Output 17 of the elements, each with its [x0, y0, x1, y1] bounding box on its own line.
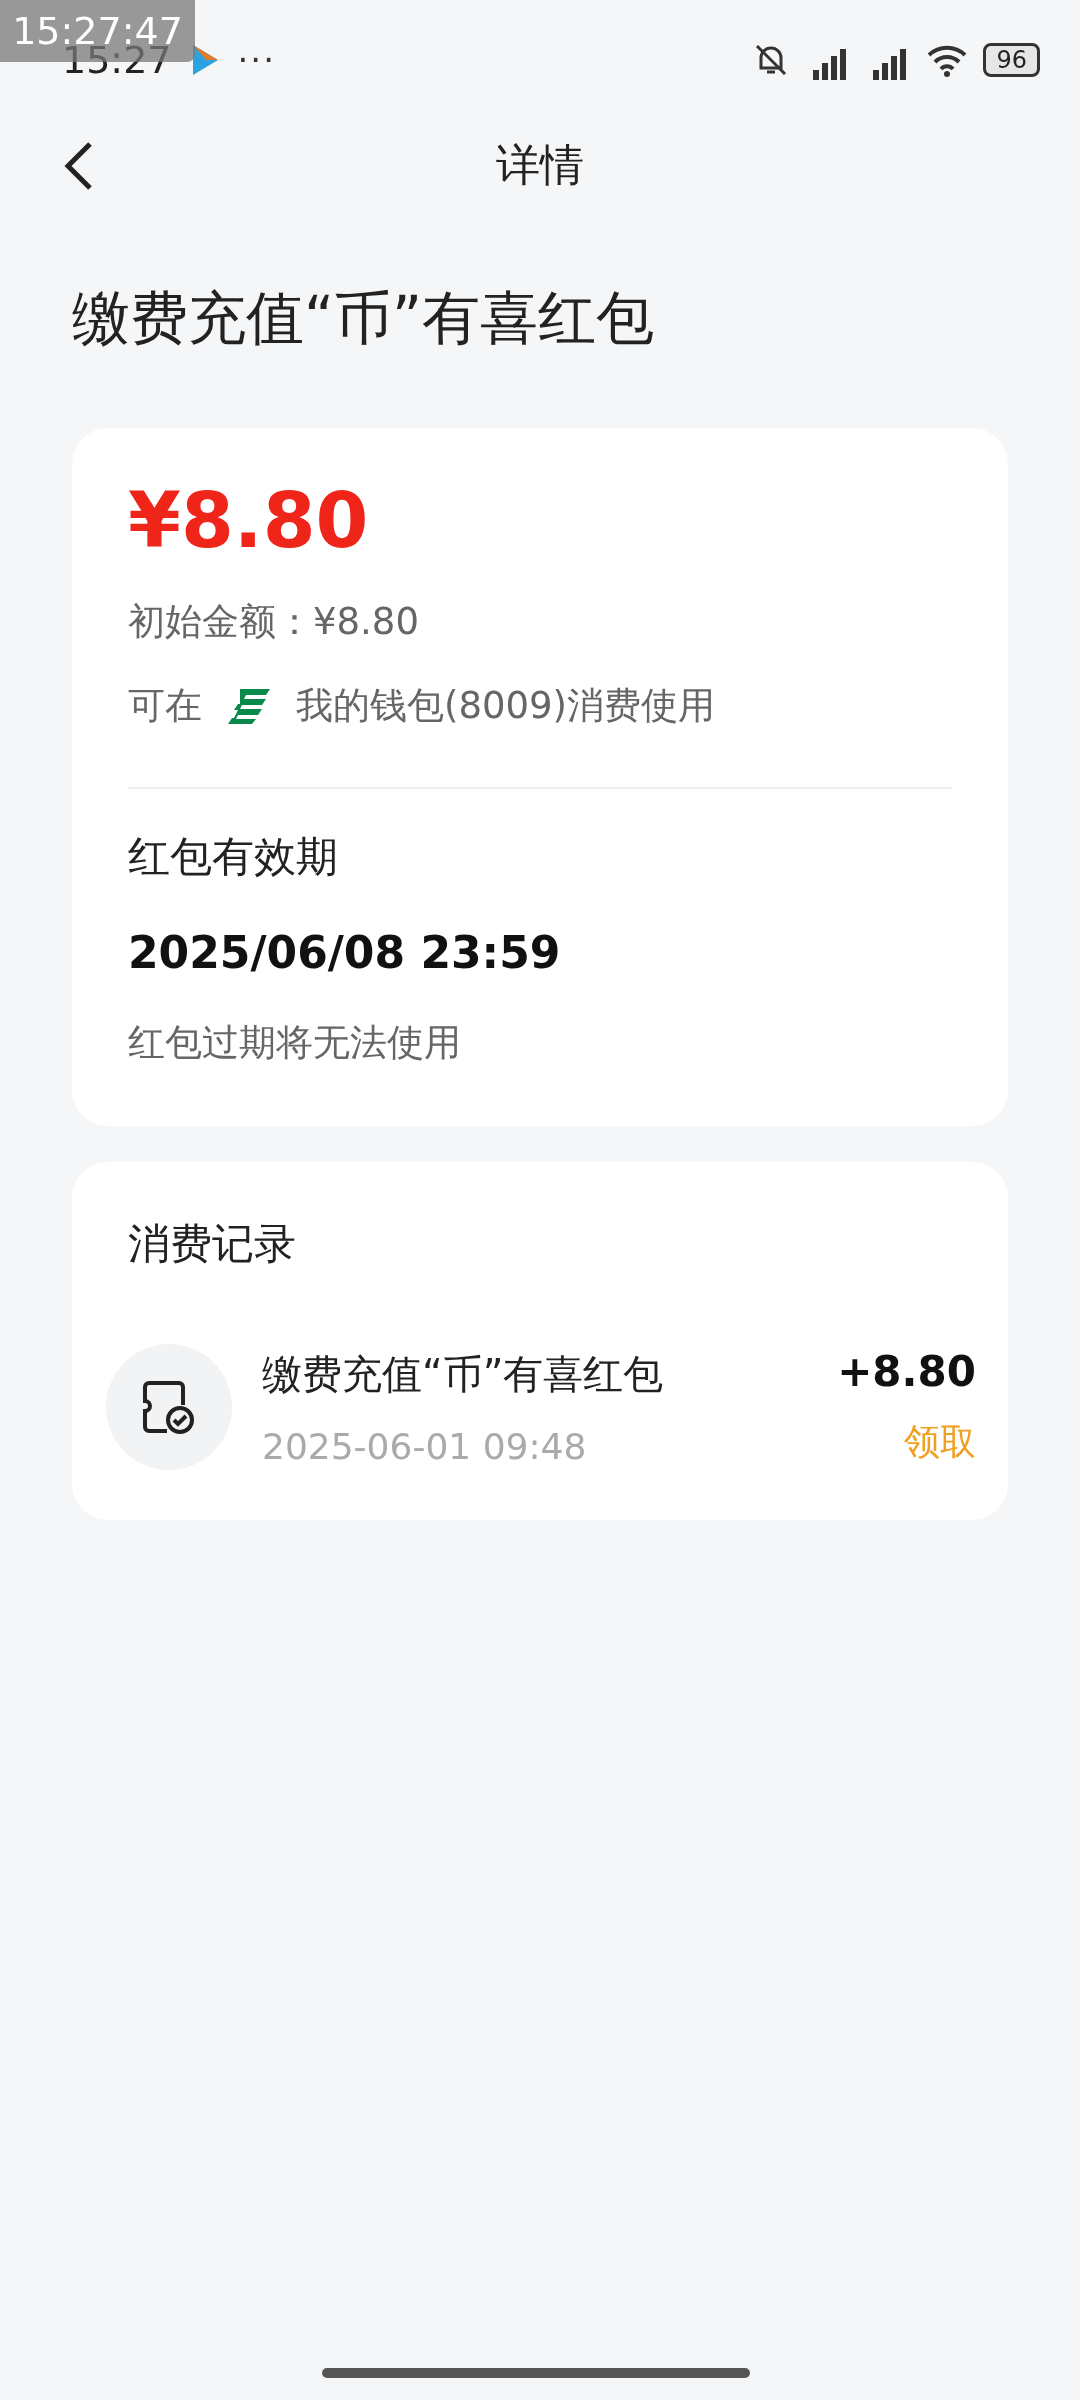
more-notifications: ···	[237, 40, 276, 80]
validity-note: 红包过期将无法使用	[128, 1020, 462, 1066]
bank-logo-icon	[226, 687, 272, 725]
wallet-usage: 我的钱包(8009)消费使用	[296, 683, 716, 729]
validity-label: 红包有效期	[128, 831, 339, 883]
battery-level: 96	[983, 43, 1040, 77]
record-title: 缴费充值“币”有喜红包	[262, 1350, 665, 1399]
coupon-title: 缴费充值“币”有喜红包	[71, 283, 656, 354]
validity-date: 2025/06/08 23:59	[128, 927, 562, 978]
usage-prefix: 可在	[128, 683, 202, 729]
initial-amount: 初始金额：¥8.80	[128, 599, 420, 645]
records-title: 消费记录	[127, 1218, 297, 1270]
page-title: 详情	[496, 137, 584, 192]
claim-button[interactable]: 领取	[904, 1418, 976, 1467]
balance-amount: ¥8.80	[128, 476, 370, 565]
record-time: 2025-06-01 09:48	[262, 1426, 588, 1467]
record-amount: +8.80	[837, 1347, 976, 1396]
